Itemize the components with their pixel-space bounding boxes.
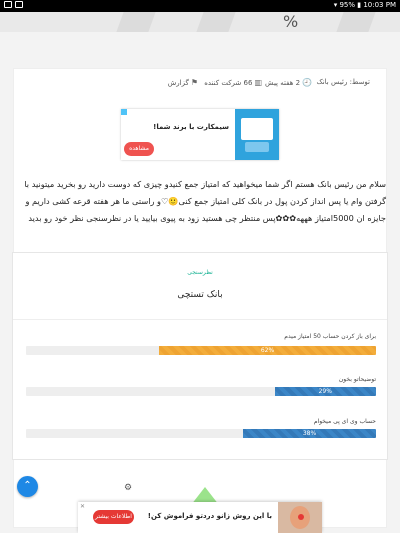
gear-icon: ⚙: [124, 483, 133, 493]
bar-chart-icon: ▥: [254, 78, 262, 87]
image-icon: [15, 1, 23, 8]
ad-banner-top[interactable]: سیمکارت با برند شما! مشاهده: [121, 109, 279, 160]
status-right: ▾ 95% ▮ 10:03 PM: [334, 1, 396, 9]
ad-image-card: [245, 142, 269, 152]
poll-category[interactable]: نظرسنجی: [13, 269, 387, 276]
poll-option-bar[interactable]: 38%: [26, 429, 376, 438]
post-author[interactable]: توسط: رئیس بانک: [316, 78, 370, 86]
poll-widget: نظرسنجی بانک تستچی برای باز کردن حساب 50…: [12, 252, 388, 460]
post-time: 🕘2 هفته پیش: [265, 78, 312, 87]
post-meta: توسط: رئیس بانک 🕘2 هفته پیش ▥66 شرکت کنن…: [0, 76, 400, 92]
post-body: سلام من رئیس بانک هستم اگر شما میخواهید …: [24, 179, 386, 223]
hero-tile: [334, 12, 378, 32]
clock-icon: 🕘: [302, 78, 312, 87]
poll-option-fill: 29%: [274, 387, 376, 396]
participants-text: 66 شرکت کننده: [204, 79, 253, 87]
poll-option-fill: 38%: [243, 429, 376, 438]
battery-level: 95%: [339, 1, 355, 9]
arrow-left-icon: ◂: [110, 527, 114, 533]
poll-title: بانک تستچی: [177, 290, 223, 300]
ad-image-card: [241, 118, 273, 140]
poll-option-label: حساب وی ای پی میخوام: [313, 418, 376, 425]
ad-more-info-button[interactable]: اطلاعات بیشتر ◂: [93, 510, 134, 533]
post-time-text: 2 هفته پیش: [265, 79, 301, 87]
poll-option-label: برای باز کردن حساب 50 امتیاز میدم: [284, 333, 376, 340]
close-icon[interactable]: ✕: [80, 503, 85, 510]
poll-option-fill: 62%: [159, 346, 376, 355]
ad-title: با این روش زانو دردتو فراموش کن!: [147, 512, 272, 520]
chevron-up-icon: ⌃: [23, 480, 32, 491]
report-text: گزارش: [167, 79, 189, 87]
ad-banner-bottom[interactable]: ✕ با این روش زانو دردتو فراموش کن! اطلاع…: [78, 502, 322, 533]
ad-image-spot: [298, 514, 304, 520]
wifi-icon: ▾: [333, 1, 338, 9]
hero-tile: [114, 12, 158, 32]
ad-info-icon[interactable]: [121, 109, 127, 115]
poll-option-label: توضیحاتو بخون: [338, 376, 376, 383]
poll-option-bar[interactable]: 29%: [26, 387, 376, 396]
participants: ▥66 شرکت کننده: [204, 78, 262, 87]
ad-title: سیمکارت با برند شما!: [153, 123, 229, 131]
status-bar: ▾ 95% ▮ 10:03 PM: [0, 0, 400, 12]
scroll-top-button[interactable]: ⌃: [17, 476, 38, 497]
report-link[interactable]: ⚑گزارش: [168, 78, 198, 87]
ad-button-label: اطلاعات بیشتر: [95, 513, 132, 520]
clock: 10:03 PM: [363, 1, 396, 9]
flag-icon: ⚑: [190, 78, 198, 87]
divider: [13, 319, 387, 320]
notification-icons: [4, 1, 26, 9]
poll-option-bar[interactable]: 62%: [26, 346, 376, 355]
hero-tile: [194, 12, 238, 32]
percent-icon: %: [283, 12, 299, 31]
ad-view-button[interactable]: مشاهده: [124, 142, 154, 156]
ad-image: [278, 502, 322, 533]
hero-banner: %: [0, 12, 400, 32]
battery-icon: ▮: [357, 1, 362, 9]
gallery-icon: [4, 1, 12, 8]
ad-image: [235, 109, 279, 160]
